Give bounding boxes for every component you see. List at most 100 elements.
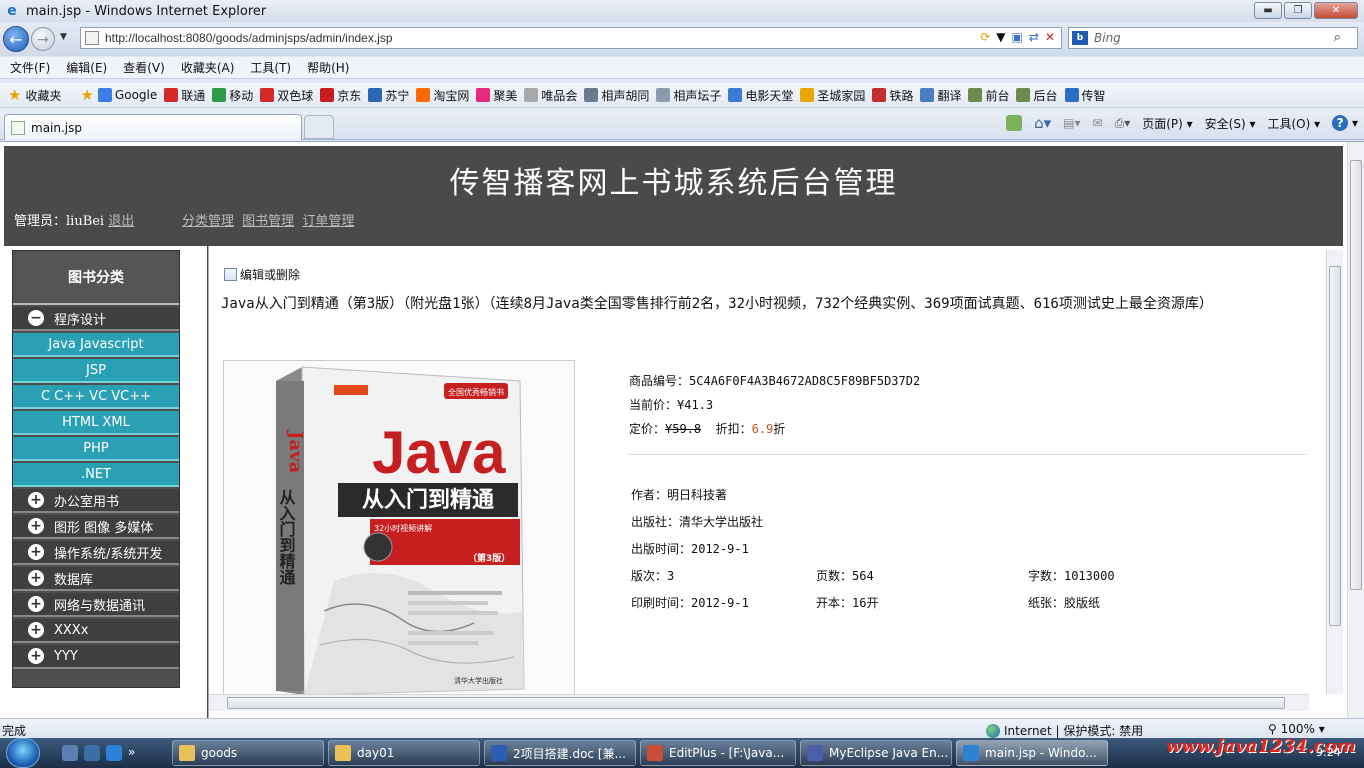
menu-view[interactable]: 查看(V) xyxy=(115,59,173,76)
expand-icon[interactable]: + xyxy=(28,648,44,664)
edit-checkbox[interactable] xyxy=(224,268,237,281)
favorite-link[interactable]: 京东 xyxy=(320,87,361,104)
expand-icon[interactable]: + xyxy=(28,492,44,508)
stop-icon[interactable]: ✕ xyxy=(1045,30,1055,44)
favorite-link[interactable]: 相声胡同 xyxy=(584,87,649,104)
favorites-star-icon[interactable]: ★ xyxy=(8,86,21,104)
task-word-doc[interactable]: 2项目搭建.doc [兼... xyxy=(484,740,636,766)
scroll-thumb[interactable] xyxy=(1329,266,1341,626)
category-group-xxxx[interactable]: + XXXx xyxy=(13,619,179,643)
menu-file[interactable]: 文件(F) xyxy=(2,59,58,76)
tools-menu[interactable]: 工具(O) ▾ xyxy=(1268,115,1321,132)
refresh-icon[interactable]: ⇄ xyxy=(1029,30,1039,44)
page-vertical-scrollbar[interactable] xyxy=(1347,142,1364,718)
task-day01[interactable]: day01 xyxy=(328,740,480,766)
task-goods[interactable]: goods xyxy=(172,740,324,766)
scroll-thumb[interactable] xyxy=(227,697,1285,709)
nav-book-link[interactable]: 图书管理 xyxy=(242,214,294,229)
add-favorite-icon[interactable]: ★ xyxy=(80,86,93,104)
history-dropdown-icon[interactable]: ▼ xyxy=(60,32,67,42)
favorite-link[interactable]: 相声坛子 xyxy=(656,87,721,104)
tab-main-jsp[interactable]: main.jsp xyxy=(4,114,302,140)
task-ie-main[interactable]: main.jsp - Windo... xyxy=(956,740,1108,766)
category-item-c[interactable]: C C++ VC VC++ xyxy=(13,385,179,409)
address-bar[interactable]: http://localhost:8080/goods/adminjsps/ad… xyxy=(80,27,1062,49)
favorite-link[interactable]: 移动 xyxy=(212,87,253,104)
task-editplus[interactable]: EditPlus - [F:\Java... xyxy=(640,740,796,766)
category-group-database[interactable]: + 数据库 xyxy=(13,567,179,591)
home-icon[interactable]: ⌂▾ xyxy=(1034,114,1051,132)
expand-icon[interactable]: + xyxy=(28,544,44,560)
show-desktop-icon[interactable] xyxy=(62,745,78,761)
menu-tools[interactable]: 工具(T) xyxy=(242,59,299,76)
favorite-link[interactable]: 联通 xyxy=(164,87,205,104)
favorite-link[interactable]: 圣城家园 xyxy=(800,87,865,104)
category-group-graphics[interactable]: + 图形 图像 多媒体 xyxy=(13,515,179,539)
favorite-link[interactable]: 电影天堂 xyxy=(728,87,793,104)
minimize-button[interactable]: ▬ xyxy=(1254,2,1282,19)
search-box[interactable]: b Bing ⌕ xyxy=(1068,27,1358,49)
favorite-link[interactable]: 翻译 xyxy=(920,87,961,104)
page-menu[interactable]: 页面(P) ▾ xyxy=(1142,115,1192,132)
content-vertical-scrollbar[interactable] xyxy=(1326,250,1343,694)
category-item-php[interactable]: PHP xyxy=(13,437,179,461)
address-url[interactable]: http://localhost:8080/goods/adminjsps/ad… xyxy=(105,31,393,45)
category-item-html[interactable]: HTML XML xyxy=(13,411,179,435)
expand-icon[interactable]: + xyxy=(28,518,44,534)
address-dropdown-icon[interactable]: ▼ xyxy=(996,30,1005,44)
suggested-sites-icon[interactable] xyxy=(1006,115,1023,131)
category-group-programming[interactable]: − 程序设计 xyxy=(13,307,179,331)
favorite-link[interactable]: 双色球 xyxy=(260,87,313,104)
category-item-jsp[interactable]: JSP xyxy=(13,359,179,383)
category-group-yyy[interactable]: + YYY xyxy=(13,645,179,669)
favorite-link[interactable]: 唯品会 xyxy=(524,87,577,104)
content-horizontal-scrollbar[interactable] xyxy=(209,694,1309,711)
logout-link[interactable]: 退出 xyxy=(108,214,134,229)
favorite-link[interactable]: Google xyxy=(97,87,157,104)
feeds-icon[interactable]: ▤▾ xyxy=(1063,116,1080,130)
help-menu[interactable]: ? ▾ xyxy=(1332,115,1358,131)
print-icon[interactable]: ⎙▾ xyxy=(1115,116,1131,131)
safety-menu[interactable]: 安全(S) ▾ xyxy=(1205,115,1256,132)
new-tab-button[interactable] xyxy=(304,115,334,139)
quicklaunch-overflow-icon[interactable]: » xyxy=(128,745,144,761)
category-group-os[interactable]: + 操作系统/系统开发 xyxy=(13,541,179,565)
explorer-quick-icon[interactable] xyxy=(84,745,100,761)
security-zone[interactable]: Internet | 保护模式: 禁用 xyxy=(986,722,1143,739)
expand-icon[interactable]: + xyxy=(28,596,44,612)
favorite-link[interactable]: 前台 xyxy=(968,87,1009,104)
favorite-link[interactable]: 后台 xyxy=(1016,87,1058,104)
mail-icon[interactable]: ✉ xyxy=(1093,116,1103,130)
scroll-thumb[interactable] xyxy=(1350,160,1362,590)
favorites-button[interactable]: 收藏夹 xyxy=(25,87,61,104)
expand-icon[interactable]: + xyxy=(28,622,44,638)
menu-help[interactable]: 帮助(H) xyxy=(299,59,357,76)
start-button[interactable] xyxy=(6,738,40,768)
forward-button[interactable]: → xyxy=(31,27,55,51)
favorite-link[interactable]: 聚美 xyxy=(476,87,517,104)
menu-favorites[interactable]: 收藏夹(A) xyxy=(173,59,243,76)
search-icon[interactable]: ⌕ xyxy=(1334,30,1341,45)
nav-category-link[interactable]: 分类管理 xyxy=(182,214,234,229)
favorite-link[interactable]: 苏宁 xyxy=(368,87,409,104)
collapse-icon[interactable]: − xyxy=(28,310,44,326)
category-item-java[interactable]: Java Javascript xyxy=(13,333,179,357)
zoom-level[interactable]: ⚲ 100% ▾ xyxy=(1268,722,1325,736)
expand-icon[interactable]: + xyxy=(28,570,44,586)
compat-view-icon[interactable]: ▣ xyxy=(1012,30,1023,44)
taskbar-clock[interactable]: 9:24 xyxy=(1316,746,1341,759)
favorite-link[interactable]: 铁路 xyxy=(872,87,913,104)
close-button[interactable]: ✕ xyxy=(1314,2,1358,19)
task-myeclipse[interactable]: MyEclipse Java En... xyxy=(800,740,952,766)
menu-edit[interactable]: 编辑(E) xyxy=(58,59,115,76)
edit-delete-toggle[interactable]: 编辑或删除 xyxy=(224,266,300,283)
maximize-button[interactable]: ❐ xyxy=(1284,2,1312,19)
favorite-link[interactable]: 淘宝网 xyxy=(416,87,469,104)
category-group-network[interactable]: + 网络与数据通讯 xyxy=(13,593,179,617)
ie-quick-icon[interactable] xyxy=(106,745,122,761)
category-group-office[interactable]: + 办公室用书 xyxy=(13,489,179,513)
nav-order-link[interactable]: 订单管理 xyxy=(302,214,354,229)
favorite-link[interactable]: 传智 xyxy=(1064,87,1106,104)
back-button[interactable]: ← xyxy=(3,26,29,52)
category-item-dotnet[interactable]: .NET xyxy=(13,463,179,487)
